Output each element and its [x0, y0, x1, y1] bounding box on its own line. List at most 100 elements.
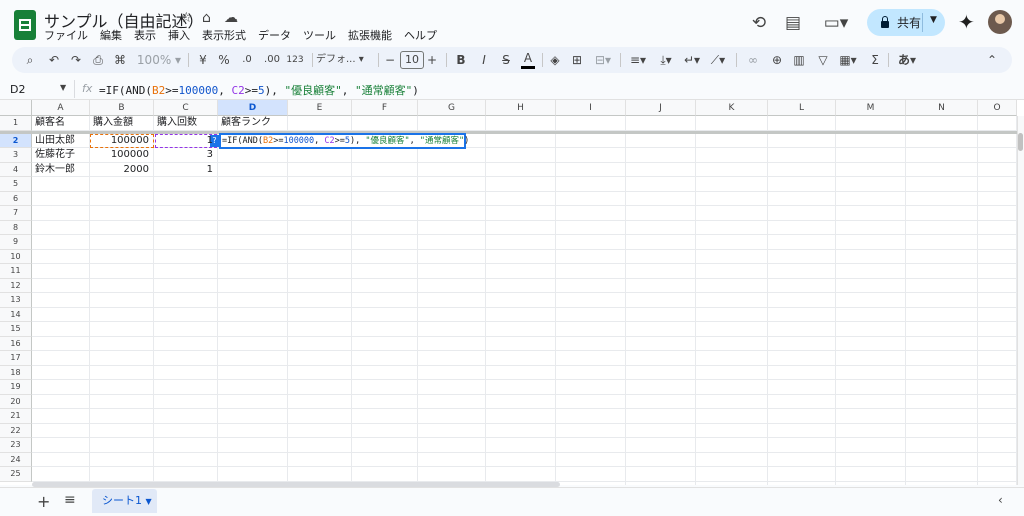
- row-header[interactable]: 4: [0, 162, 32, 177]
- row-header[interactable]: 25: [0, 467, 32, 482]
- column-header[interactable]: K: [696, 100, 768, 116]
- row-header[interactable]: 12: [0, 278, 32, 293]
- star-icon[interactable]: ☆: [180, 10, 193, 26]
- menu-item[interactable]: 拡張機能: [348, 27, 392, 43]
- cell-c3[interactable]: 3: [157, 148, 213, 163]
- sheet-tab[interactable]: シート1 ▼: [92, 489, 157, 513]
- move-folder-icon[interactable]: ⌂: [202, 10, 211, 26]
- cell-a2[interactable]: 山田太郎: [35, 134, 85, 149]
- italic-button[interactable]: I: [477, 50, 491, 70]
- column-header[interactable]: M: [836, 100, 906, 116]
- increase-font-size-button[interactable]: +: [426, 50, 438, 70]
- column-header[interactable]: F: [352, 100, 418, 116]
- filter-icon[interactable]: ▽: [816, 50, 830, 70]
- spreadsheet-grid[interactable]: ? =IF(AND(B2>=100000, C2>=5), "優良顧客", "通…: [0, 99, 1024, 485]
- bold-button[interactable]: B: [454, 50, 468, 70]
- zoom-select[interactable]: 100% ▾: [136, 50, 182, 70]
- collapse-toolbar-icon[interactable]: ⌃: [984, 50, 1000, 70]
- chevron-down-icon[interactable]: ▼: [146, 497, 152, 506]
- cell-c4[interactable]: 1: [157, 163, 213, 178]
- row-header[interactable]: 2: [0, 133, 32, 148]
- row-header[interactable]: 10: [0, 249, 32, 264]
- cell-b4[interactable]: 2000: [93, 163, 149, 178]
- comments-icon[interactable]: ▤: [782, 12, 804, 34]
- number-format-button[interactable]: 123: [284, 50, 306, 70]
- row-header[interactable]: 6: [0, 191, 32, 206]
- column-header[interactable]: L: [768, 100, 836, 116]
- row-header[interactable]: 23: [0, 438, 32, 453]
- select-all-corner[interactable]: [0, 100, 32, 116]
- cell-a4[interactable]: 鈴木一郎: [35, 163, 85, 178]
- menu-item[interactable]: データ: [258, 27, 291, 43]
- cloud-status-icon[interactable]: ☁: [224, 10, 238, 26]
- filter-views-icon[interactable]: ▦▾: [836, 50, 860, 70]
- percent-button[interactable]: %: [217, 50, 231, 70]
- column-header[interactable]: G: [418, 100, 486, 116]
- cell-c2[interactable]: 1: [157, 134, 213, 149]
- row-header[interactable]: 18: [0, 365, 32, 380]
- cell-editor-d2[interactable]: =IF(AND(B2>=100000, C2>=5), "優良顧客", "通常顧…: [219, 133, 469, 149]
- column-header[interactable]: H: [486, 100, 556, 116]
- strikethrough-button[interactable]: S: [499, 50, 513, 70]
- borders-icon[interactable]: ⊞: [570, 50, 584, 70]
- row-header[interactable]: 14: [0, 307, 32, 322]
- menu-item[interactable]: ヘルプ: [404, 27, 437, 43]
- horizontal-align-icon[interactable]: ≡▾: [626, 50, 650, 70]
- text-rotation-icon[interactable]: ⟋▾: [706, 50, 730, 70]
- font-size-input[interactable]: 10: [400, 51, 424, 69]
- menu-item[interactable]: 挿入: [168, 27, 190, 43]
- cell-c1[interactable]: 購入回数: [157, 116, 213, 131]
- name-box[interactable]: D2: [10, 83, 25, 96]
- print-icon[interactable]: ⎙: [90, 50, 106, 70]
- meet-icon[interactable]: ▭▾: [820, 12, 852, 34]
- column-header[interactable]: A: [32, 100, 90, 116]
- history-icon[interactable]: ⟲: [748, 12, 770, 34]
- row-header[interactable]: 15: [0, 322, 32, 337]
- cell-b2[interactable]: 100000: [93, 134, 149, 149]
- sheets-logo-icon[interactable]: [14, 10, 36, 40]
- row-header[interactable]: 17: [0, 351, 32, 366]
- insert-chart-icon[interactable]: ▥: [792, 50, 806, 70]
- chevron-down-icon[interactable]: ▼: [60, 83, 66, 92]
- row-header[interactable]: 19: [0, 380, 32, 395]
- column-header[interactable]: B: [90, 100, 154, 116]
- text-wrap-icon[interactable]: ↵▾: [680, 50, 704, 70]
- undo-icon[interactable]: ↶: [46, 50, 62, 70]
- menu-item[interactable]: ツール: [303, 27, 336, 43]
- row-header[interactable]: 9: [0, 235, 32, 250]
- vertical-scroll-thumb[interactable]: [1018, 133, 1023, 151]
- column-header[interactable]: E: [288, 100, 352, 116]
- decrease-font-size-button[interactable]: −: [384, 50, 396, 70]
- text-color-button[interactable]: A: [521, 50, 535, 69]
- row-header[interactable]: 24: [0, 452, 32, 467]
- cell-a1[interactable]: 顧客名: [35, 116, 85, 131]
- row-header[interactable]: 13: [0, 293, 32, 308]
- cell-a3[interactable]: 佐藤花子: [35, 148, 85, 163]
- collapse-sidebar-icon[interactable]: ‹: [998, 493, 1003, 507]
- paint-format-icon[interactable]: ⌘: [112, 50, 128, 70]
- share-button[interactable]: 共有 ▼: [867, 9, 945, 36]
- merge-cells-icon[interactable]: ⊟▾: [592, 50, 614, 70]
- vertical-scrollbar[interactable]: [1017, 116, 1024, 485]
- input-tools-button[interactable]: あ▾: [894, 50, 920, 70]
- row-header[interactable]: 7: [0, 206, 32, 221]
- cell-b3[interactable]: 100000: [93, 148, 149, 163]
- currency-button[interactable]: ¥: [196, 50, 210, 70]
- menu-item[interactable]: 表示: [134, 27, 156, 43]
- formula-input[interactable]: =IF(AND(B2>=100000, C2>=5), "優良顧客", "通常顧…: [99, 82, 419, 98]
- row-header[interactable]: 8: [0, 220, 32, 235]
- font-select[interactable]: デフォ... ▾: [316, 50, 374, 70]
- row-header[interactable]: 11: [0, 264, 32, 279]
- row-header[interactable]: 3: [0, 148, 32, 163]
- menu-item[interactable]: 編集: [100, 27, 122, 43]
- avatar[interactable]: [988, 10, 1012, 34]
- fill-color-icon[interactable]: ◈: [548, 50, 562, 70]
- gemini-sparkle-icon[interactable]: ✦: [958, 10, 975, 34]
- column-header[interactable]: O: [978, 100, 1017, 116]
- row-header[interactable]: 5: [0, 177, 32, 192]
- row-header[interactable]: 20: [0, 394, 32, 409]
- insert-comment-icon[interactable]: ⊕: [770, 50, 784, 70]
- row-header[interactable]: 16: [0, 336, 32, 351]
- vertical-align-icon[interactable]: ⤓▾: [654, 50, 678, 70]
- decrease-decimal-button[interactable]: .0: [238, 50, 256, 70]
